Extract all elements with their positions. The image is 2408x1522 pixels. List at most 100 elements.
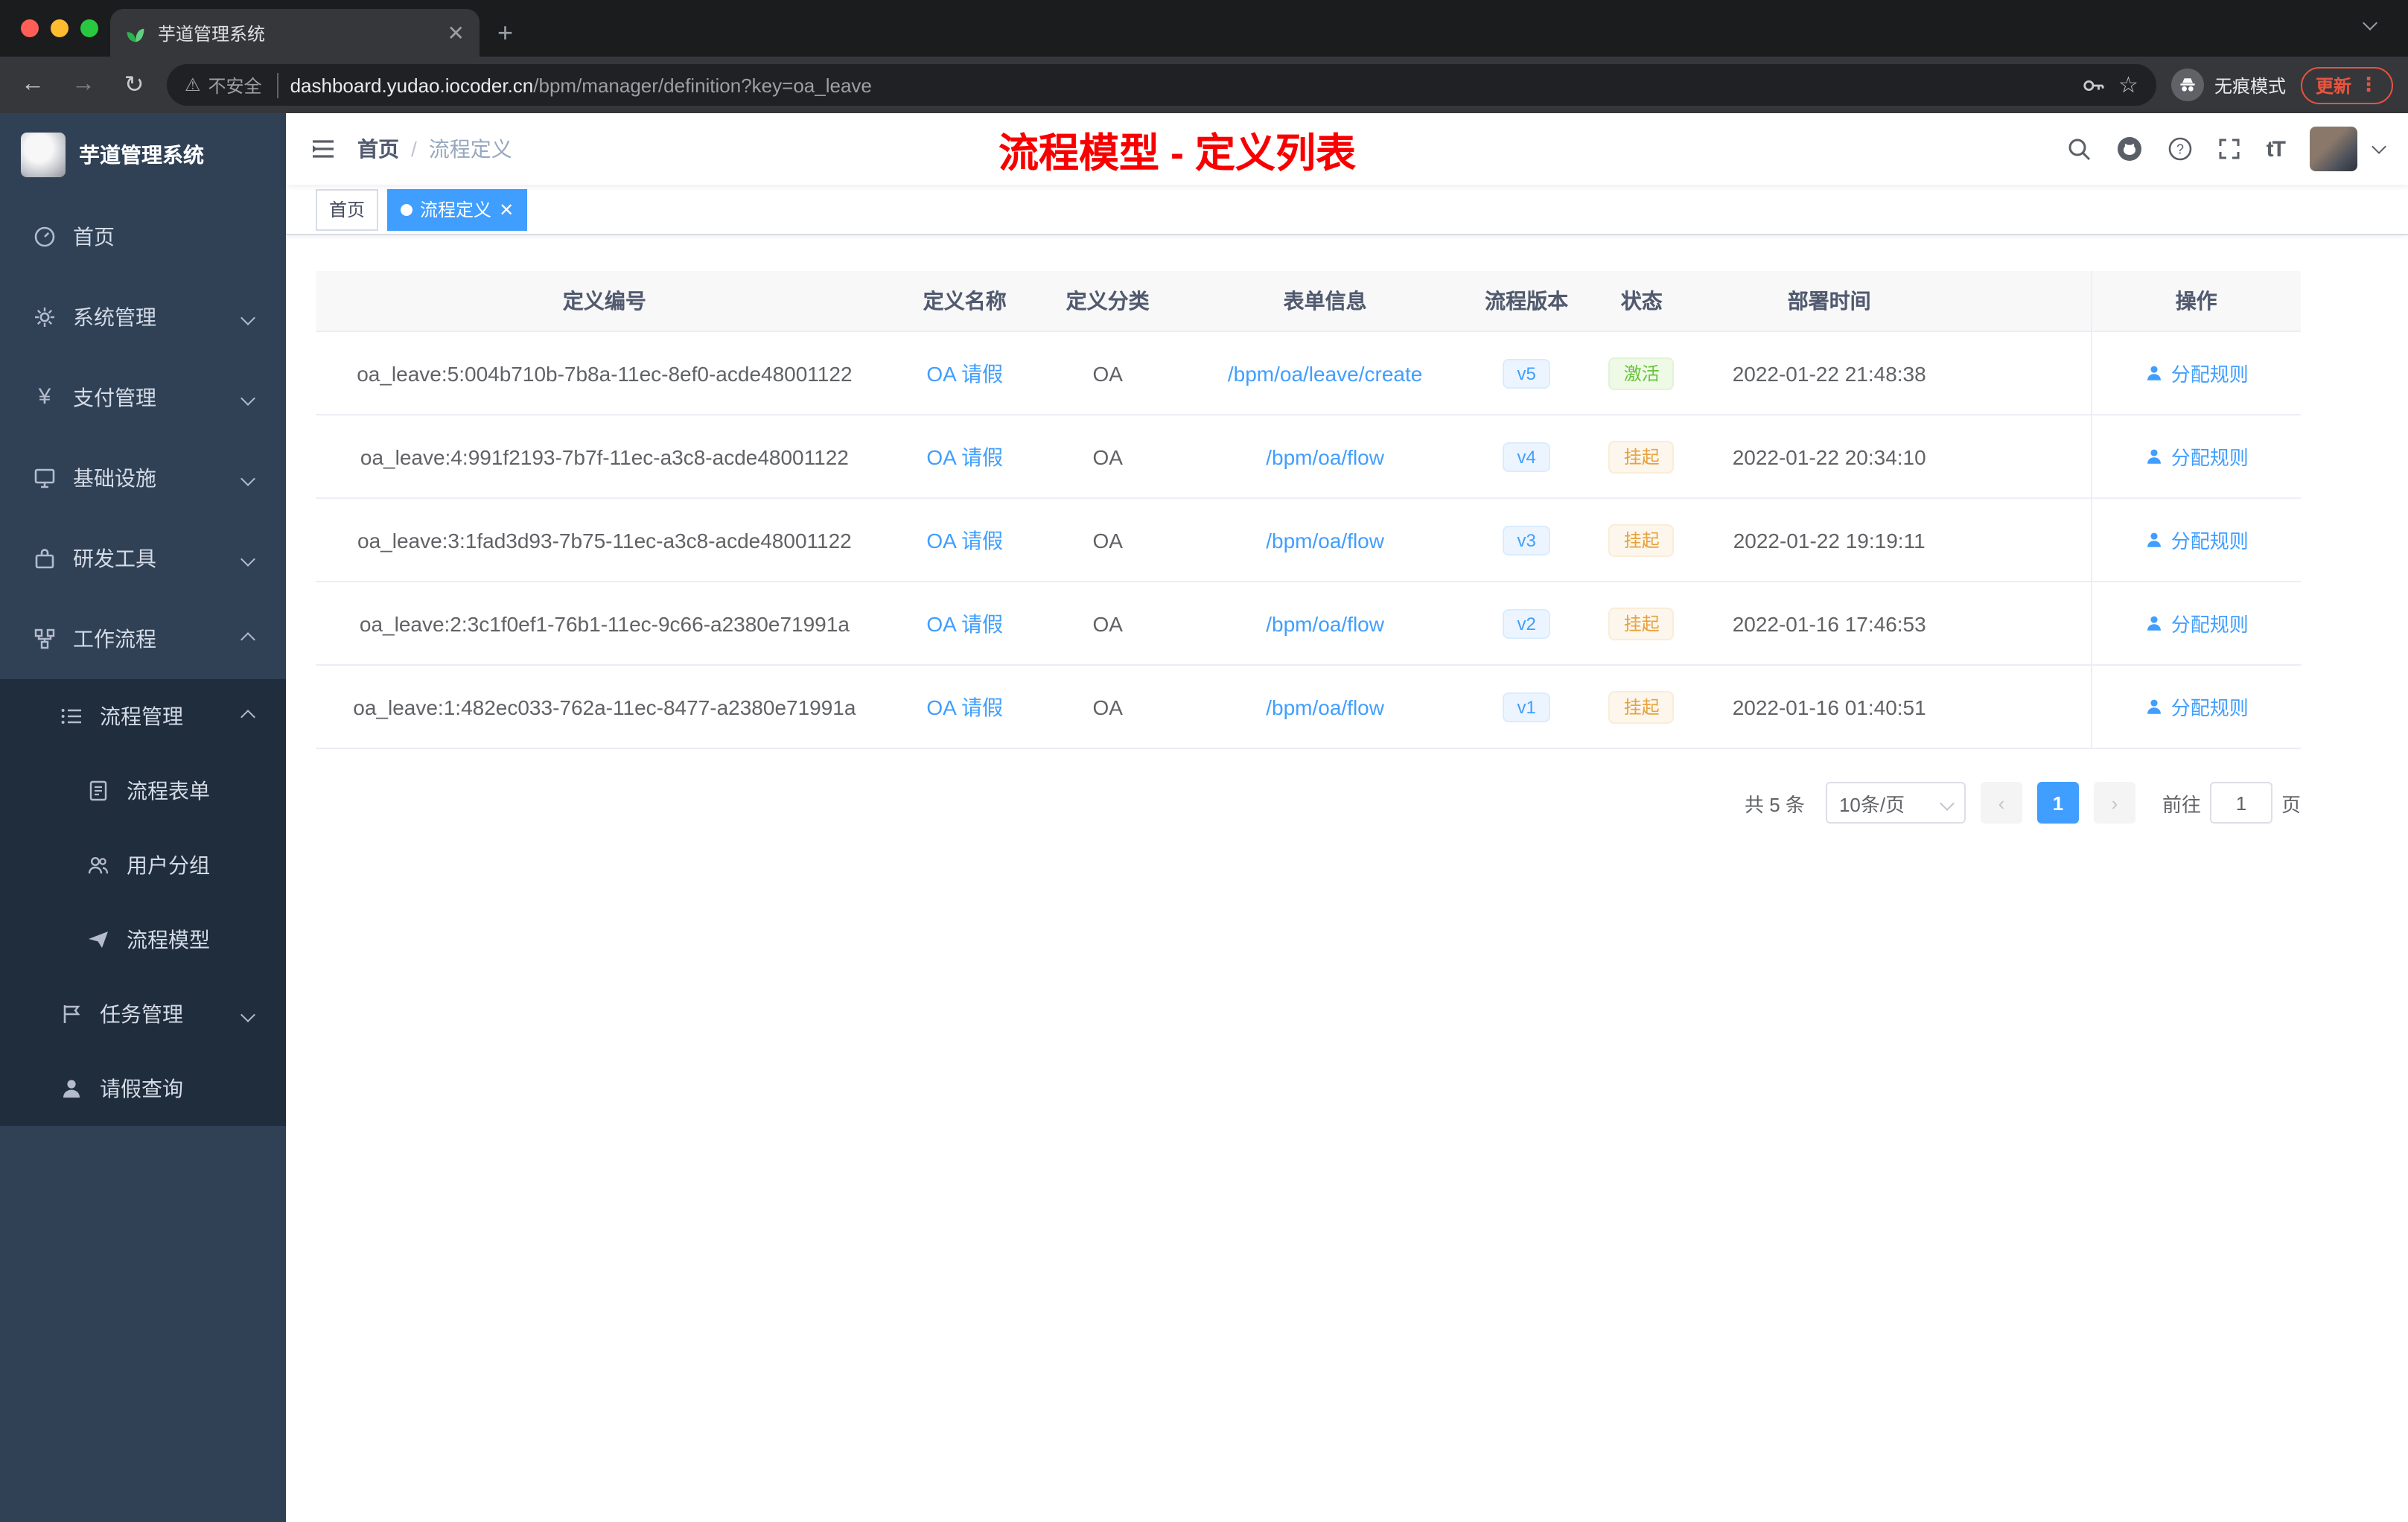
back-icon[interactable]: ← <box>15 71 51 98</box>
sidebar-item-workflow[interactable]: 工作流程 <box>0 599 286 679</box>
tag-close-icon[interactable]: ✕ <box>499 199 514 220</box>
browser-tab[interactable]: 芋道管理系统 ✕ <box>110 9 480 57</box>
assign-rule-button[interactable]: 分配规则 <box>2144 359 2249 387</box>
sidebar-item-label: 任务管理 <box>100 1002 183 1026</box>
key-icon[interactable] <box>2081 74 2103 96</box>
sidebar-collapse-icon[interactable] <box>310 136 337 162</box>
tag-home[interactable]: 首页 <box>316 188 379 230</box>
table-row: oa_leave:4:991f2193-7b7f-11ec-a3c8-acde4… <box>316 415 2301 499</box>
security-chip[interactable]: ⚠ 不安全 <box>185 72 278 98</box>
sidebar-item-home[interactable]: 首页 <box>0 197 286 277</box>
sidebar-item-label: 首页 <box>73 225 115 249</box>
definition-name-link[interactable]: OA 请假 <box>926 525 1003 555</box>
sidebar-item-dev-tools[interactable]: 研发工具 <box>0 518 286 599</box>
address-bar[interactable]: ⚠ 不安全 dashboard.yudao.iocoder.cn/bpm/man… <box>167 64 2156 106</box>
github-icon[interactable] <box>2116 136 2143 162</box>
maximize-window-button[interactable] <box>80 19 98 37</box>
tab-close-icon[interactable]: ✕ <box>447 22 465 43</box>
forward-icon[interactable]: → <box>66 71 101 98</box>
update-label: 更新 <box>2315 75 2351 96</box>
definition-name-link[interactable]: OA 请假 <box>926 608 1003 638</box>
tab-title: 芋道管理系统 <box>158 23 266 44</box>
assign-rule-button[interactable]: 分配规则 <box>2144 609 2249 637</box>
sidebar-item-infrastructure[interactable]: 基础设施 <box>0 438 286 518</box>
status-badge: 挂起 <box>1608 440 1675 473</box>
page-size-select[interactable]: 10条/页 <box>1825 782 1966 824</box>
minimize-window-button[interactable] <box>51 19 69 37</box>
sidebar-item-user-group[interactable]: 用户分组 <box>0 828 286 902</box>
sidebar-item-process-mgmt[interactable]: 流程管理 <box>0 679 286 754</box>
definition-category: OA <box>1092 445 1123 468</box>
sidebar: 芋道管理系统 首页 系统管理 ¥ 支付管理 基础设施 研发工具 工作流程 流程管… <box>0 113 286 1522</box>
assign-rule-button[interactable]: 分配规则 <box>2144 526 2249 554</box>
reload-icon[interactable]: ↻ <box>116 70 152 100</box>
chevron-down-icon <box>241 551 255 566</box>
sidebar-item-label: 请假查询 <box>100 1077 183 1101</box>
tab-search-icon[interactable] <box>2363 16 2377 31</box>
avatar-caret-icon[interactable] <box>2372 138 2386 153</box>
page-content: 定义编号 定义名称 定义分类 表单信息 流程版本 状态 部署时间 操作 oa_l… <box>286 235 2408 1522</box>
table-row: oa_leave:3:1fad3d93-7b75-11ec-a3c8-acde4… <box>316 499 2301 582</box>
incognito-indicator: 无痕模式 <box>2170 69 2286 101</box>
breadcrumb-home[interactable]: 首页 <box>357 134 399 164</box>
assign-rule-button[interactable]: 分配规则 <box>2144 692 2249 721</box>
definition-name-link[interactable]: OA 请假 <box>926 358 1003 388</box>
definition-name-link[interactable]: OA 请假 <box>926 692 1003 722</box>
user-avatar[interactable] <box>2310 127 2357 171</box>
search-icon[interactable] <box>2067 137 2091 161</box>
table-row: oa_leave:1:482ec033-762a-11ec-8477-a2380… <box>316 666 2301 749</box>
goto-page-input[interactable] <box>2209 782 2272 824</box>
sidebar-item-label: 流程管理 <box>100 704 183 728</box>
people-icon <box>88 856 109 874</box>
next-page-button[interactable]: › <box>2093 782 2135 824</box>
definition-name-link[interactable]: OA 请假 <box>926 442 1003 471</box>
table-header-row: 定义编号 定义名称 定义分类 表单信息 流程版本 状态 部署时间 操作 <box>316 271 2301 332</box>
breadcrumb-current: 流程定义 <box>428 137 512 161</box>
sidebar-item-label: 工作流程 <box>73 627 156 651</box>
deploy-time: 2022-01-16 01:40:51 <box>1732 695 1926 719</box>
dashboard-icon <box>34 226 55 247</box>
tag-process-definition[interactable]: 流程定义 ✕ <box>387 188 528 230</box>
user-icon <box>2147 699 2161 714</box>
bookmark-star-icon[interactable]: ☆ <box>2118 71 2138 98</box>
screen: 芋道管理系统 ✕ + ← → ↻ ⚠ 不安全 dashboard.yudao.i… <box>0 0 2408 1522</box>
form-link[interactable]: /bpm/oa/flow <box>1266 528 1384 552</box>
tag-label: 首页 <box>329 200 366 220</box>
prev-page-button[interactable]: ‹ <box>1980 782 2022 824</box>
chevron-down-icon <box>241 390 255 405</box>
page-number-current[interactable]: 1 <box>2036 782 2079 824</box>
col-header-filler <box>1958 271 2091 331</box>
chevron-down-icon <box>241 1007 255 1022</box>
form-link[interactable]: /bpm/oa/flow <box>1266 445 1384 468</box>
sidebar-item-system-mgmt[interactable]: 系统管理 <box>0 277 286 357</box>
assign-rule-button[interactable]: 分配规则 <box>2144 442 2249 471</box>
form-link[interactable]: /bpm/oa/flow <box>1266 695 1384 719</box>
new-tab-button[interactable]: + <box>497 9 513 57</box>
close-window-button[interactable] <box>21 19 39 37</box>
sidebar-item-payment-mgmt[interactable]: ¥ 支付管理 <box>0 357 286 438</box>
fullscreen-icon[interactable] <box>2217 137 2241 161</box>
definition-table: 定义编号 定义名称 定义分类 表单信息 流程版本 状态 部署时间 操作 oa_l… <box>316 271 2301 749</box>
main-area: 首页 / 流程定义 流程模型 - 定义列表 ? tT 首页 流程定义 ✕ 定义编… <box>286 113 2408 1522</box>
chevron-down-icon <box>241 310 255 325</box>
gear-icon <box>35 308 54 327</box>
page-title: 流程模型 - 定义列表 <box>998 130 1356 175</box>
chevron-down-icon <box>1940 795 1955 810</box>
definition-category: OA <box>1092 528 1123 552</box>
favicon <box>127 28 144 42</box>
paper-plane-icon <box>89 932 108 948</box>
font-size-icon[interactable]: tT <box>2267 136 2286 162</box>
sidebar-item-leave-query[interactable]: 请假查询 <box>0 1051 286 1126</box>
breadcrumb: 首页 / 流程定义 <box>357 134 512 164</box>
update-button[interactable]: 更新 ⋮ <box>2300 66 2393 104</box>
browser-toolbar: ← → ↻ ⚠ 不安全 dashboard.yudao.iocoder.cn/b… <box>0 57 2408 113</box>
list-icon <box>61 709 81 724</box>
help-icon[interactable]: ? <box>2168 137 2192 161</box>
form-link[interactable]: /bpm/oa/flow <box>1266 611 1384 635</box>
form-link[interactable]: /bpm/oa/leave/create <box>1228 361 1423 385</box>
sidebar-item-task-mgmt[interactable]: 任务管理 <box>0 977 286 1051</box>
deploy-time: 2022-01-22 19:19:11 <box>1733 528 1926 552</box>
menu-kebab-icon[interactable]: ⋮ <box>2359 73 2378 97</box>
sidebar-item-process-model[interactable]: 流程模型 <box>0 902 286 977</box>
sidebar-item-process-form[interactable]: 流程表单 <box>0 754 286 828</box>
